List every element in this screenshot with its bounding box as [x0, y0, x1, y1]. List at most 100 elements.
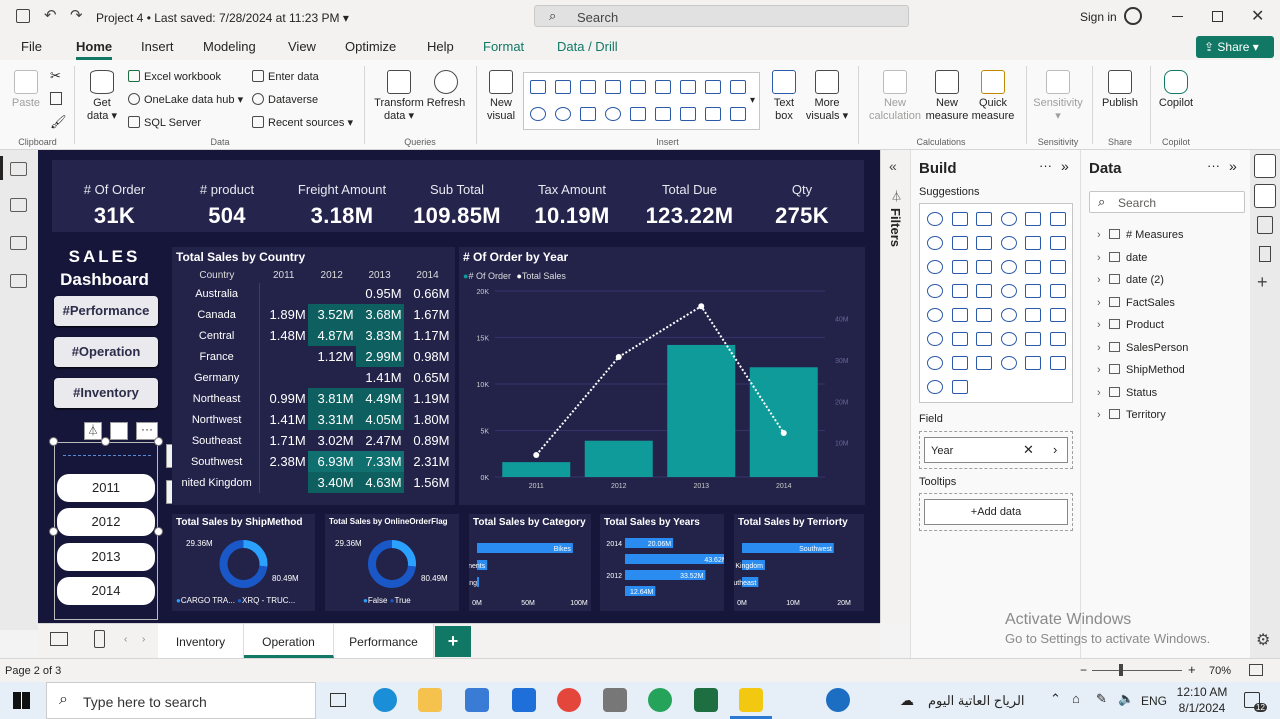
copilot-button[interactable]: Copilot: [1154, 70, 1198, 110]
chevron-right-icon[interactable]: ›: [1097, 364, 1109, 376]
report-view-icon[interactable]: [10, 162, 27, 176]
more-options-icon[interactable]: ···: [1207, 158, 1220, 173]
filter-icon[interactable]: ⏃: [84, 422, 102, 440]
table-row[interactable]: Canada 1.89M 3.52M 3.68M 1.67M: [174, 304, 452, 325]
recent-sources-button[interactable]: Recent sources ▾: [252, 116, 353, 129]
territory-bar-chart[interactable]: Total Sales by Terriorty SouthwestUnited…: [734, 514, 864, 611]
table-row[interactable]: Southwest 2.38M 6.93M 7.33M 2.31M: [174, 451, 452, 472]
clock[interactable]: 12:10 AM 8/1/2024: [1173, 685, 1231, 715]
tab-insert[interactable]: Insert: [141, 39, 174, 54]
zoom-thumb[interactable]: [1119, 664, 1123, 676]
matrix-header[interactable]: 2011: [260, 267, 308, 283]
data-table-item[interactable]: › Status: [1097, 386, 1157, 399]
account-icon[interactable]: [1124, 7, 1142, 25]
app-icon[interactable]: [603, 688, 627, 712]
minimize-icon[interactable]: [1172, 16, 1183, 17]
maximize-icon[interactable]: [1212, 11, 1223, 22]
visual-type-icon[interactable]: [1049, 356, 1066, 370]
copy-icon[interactable]: [50, 92, 62, 105]
visual-type-icon[interactable]: [927, 356, 943, 370]
excel-icon[interactable]: [694, 688, 718, 712]
sign-in-button[interactable]: Sign in: [1080, 10, 1117, 24]
visual-type-icon[interactable]: [1000, 284, 1017, 298]
year-2013-option[interactable]: 2013: [57, 543, 155, 571]
file-explorer-icon[interactable]: [418, 688, 442, 712]
visual-type-icon[interactable]: [1025, 308, 1041, 322]
data-search-input[interactable]: ⌕ Search: [1089, 191, 1245, 213]
chevron-right-icon[interactable]: ›: [1097, 387, 1109, 399]
visual-type-icon[interactable]: [927, 236, 943, 250]
onlineorderflag-donut[interactable]: Total Sales by OnlineOrderFlag 29.36M 80…: [325, 514, 459, 611]
visual-type-icon[interactable]: [1025, 212, 1041, 226]
visual-type-icon[interactable]: [927, 308, 943, 322]
table-row[interactable]: Australia 0.95M 0.66M: [174, 283, 452, 304]
cut-icon[interactable]: ✂: [50, 68, 61, 84]
redo-icon[interactable]: ↷: [70, 6, 83, 24]
mobile-layout-icon[interactable]: [94, 630, 105, 648]
visual-type-icon[interactable]: [1025, 236, 1041, 250]
bookmark-icon[interactable]: [1259, 246, 1271, 262]
kpi-subtotal[interactable]: Sub Total 109.85M: [402, 160, 512, 229]
year-2012-option[interactable]: 2012: [57, 508, 155, 536]
powerbi-icon[interactable]: [739, 688, 763, 712]
taskbar-search[interactable]: ⌕ Type here to search: [46, 682, 316, 719]
matrix-header[interactable]: 2014: [404, 267, 452, 283]
visual-type-icon[interactable]: [1049, 332, 1066, 346]
new-calculation-button[interactable]: New calculation: [866, 70, 924, 123]
whatsapp-icon[interactable]: [648, 688, 672, 712]
tab-file[interactable]: File: [21, 39, 42, 54]
visual-type-icon[interactable]: [951, 284, 968, 298]
visual-type-icon[interactable]: [976, 284, 992, 298]
visual-type-icon[interactable]: [1025, 260, 1041, 274]
excel-workbook-button[interactable]: Excel workbook: [128, 70, 221, 83]
kpi-freight[interactable]: Freight Amount 3.18M: [282, 160, 402, 229]
chevron-up-icon[interactable]: ⌃: [1050, 691, 1061, 707]
visual-type-icon[interactable]: [951, 260, 968, 274]
remove-field-icon[interactable]: ✕: [1023, 442, 1034, 458]
gallery-expand-icon[interactable]: ▾: [750, 95, 755, 106]
undo-icon[interactable]: ↶: [44, 6, 57, 24]
inventory-button[interactable]: #Inventory: [54, 378, 158, 408]
page-tab-inventory[interactable]: Inventory: [158, 624, 244, 658]
visual-type-icon[interactable]: [1025, 356, 1041, 370]
data-pane-icon[interactable]: [1254, 154, 1276, 178]
years-bar-chart[interactable]: Total Sales by Years 20.06M201443.62M33.…: [600, 514, 724, 611]
language-indicator[interactable]: ENG: [1141, 694, 1167, 708]
pen-icon[interactable]: ✎: [1096, 691, 1107, 707]
format-pane-icon[interactable]: [1257, 216, 1273, 234]
chevron-right-icon[interactable]: ›: [1097, 229, 1109, 241]
sql-server-button[interactable]: SQL Server: [128, 116, 201, 129]
matrix-header[interactable]: 2012: [308, 267, 356, 283]
mail-icon[interactable]: [512, 688, 536, 712]
kpi-qty[interactable]: Qty 275K: [762, 160, 842, 229]
visual-type-icon[interactable]: [951, 212, 968, 226]
visual-type-icon[interactable]: [1000, 260, 1017, 274]
prev-page-icon[interactable]: ‹: [124, 634, 127, 645]
zoom-in-icon[interactable]: +: [1188, 662, 1196, 677]
network-icon[interactable]: ⌂: [1072, 691, 1080, 706]
eraser-icon[interactable]: [110, 422, 128, 440]
chrome-icon[interactable]: [557, 688, 581, 712]
visual-type-icon[interactable]: [927, 284, 943, 298]
chevron-right-icon[interactable]: ›: [1097, 342, 1109, 354]
report-canvas[interactable]: # Of Order 31K # product 504 Freight Amoun…: [38, 150, 880, 623]
resize-handle[interactable]: [154, 437, 163, 446]
table-row[interactable]: Southeast 1.71M 3.02M 2.47M 0.89M: [174, 430, 452, 451]
table-row[interactable]: Northwest 1.41M 3.31M 4.05M 1.80M: [174, 409, 452, 430]
enter-data-button[interactable]: Enter data: [252, 70, 319, 83]
kpi-tax[interactable]: Tax Amount 10.19M: [517, 160, 627, 229]
matrix-header[interactable]: Country: [174, 267, 260, 283]
tab-data-drill[interactable]: Data / Drill: [557, 39, 618, 54]
table-row[interactable]: nited Kingdom 3.40M 4.63M 1.56M: [174, 472, 452, 493]
filters-pane-collapsed[interactable]: « ⏃ Filters: [880, 150, 910, 623]
kpi-orders[interactable]: # Of Order 31K: [62, 160, 167, 229]
visual-type-icon[interactable]: [951, 236, 968, 250]
kpi-totaldue[interactable]: Total Due 123.22M: [627, 160, 752, 229]
visual-type-icon[interactable]: [1049, 308, 1066, 322]
tab-view[interactable]: View: [288, 39, 316, 54]
edge-icon[interactable]: [373, 688, 397, 712]
settings-icon[interactable]: ⚙: [1256, 630, 1270, 650]
add-pane-icon[interactable]: +: [1257, 272, 1268, 293]
news-ticker[interactable]: الرياح العاتية اليوم: [928, 693, 1025, 709]
visual-type-icon[interactable]: [927, 380, 943, 394]
